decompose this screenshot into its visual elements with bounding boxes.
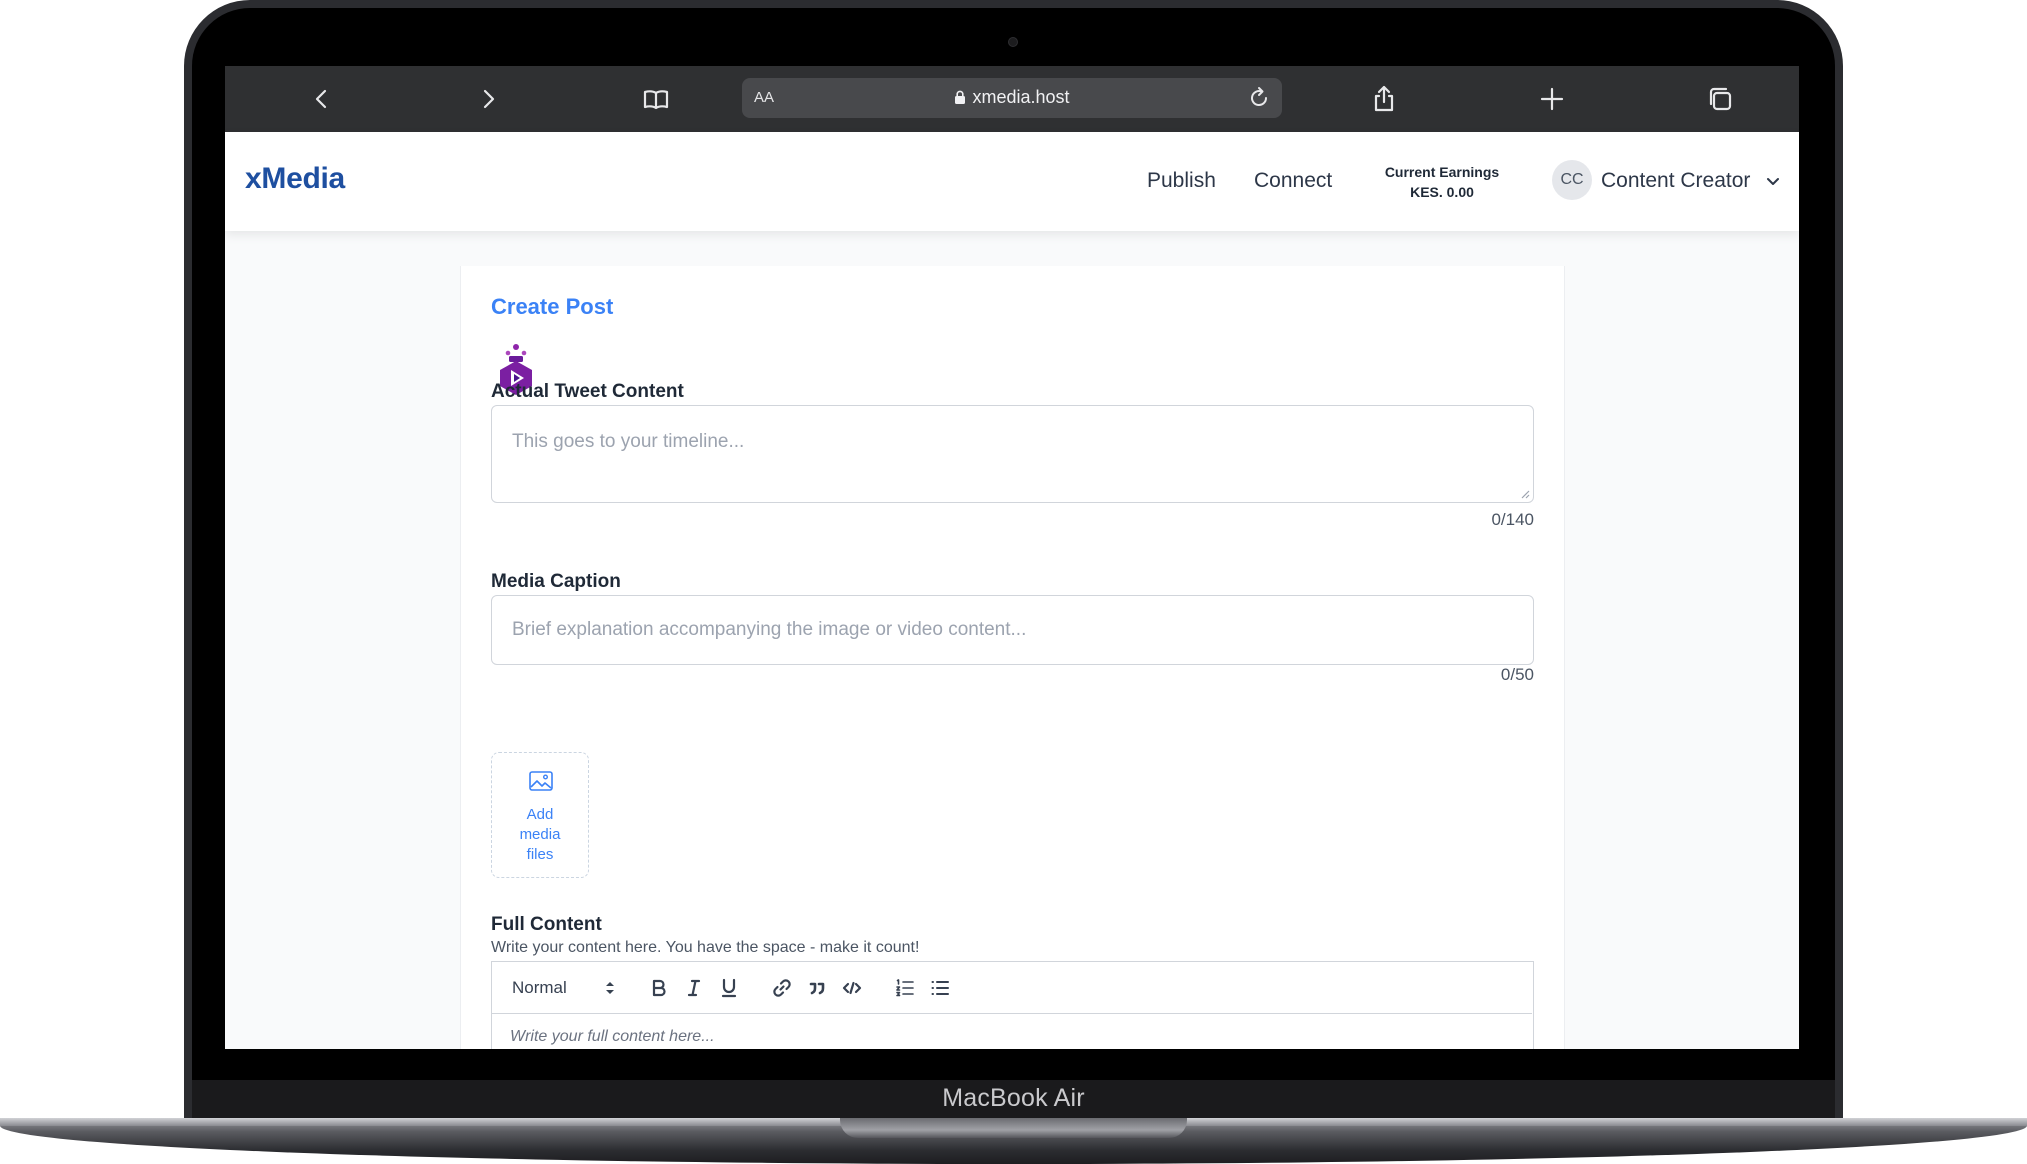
quote-icon <box>809 982 825 995</box>
earnings-value: KES. 0.00 <box>1410 184 1474 200</box>
camera-icon <box>1008 37 1018 47</box>
book-icon <box>643 90 669 110</box>
bookmarks-button[interactable] <box>638 81 674 117</box>
full-content-label: Full Content <box>491 914 602 935</box>
chevron-left-icon <box>315 89 327 109</box>
nav-connect[interactable]: Connect <box>1254 169 1332 193</box>
add-media-label: Add media files <box>492 805 588 865</box>
bullet-list-icon <box>931 981 949 995</box>
app-header: xMedia Publish Connect Current Earnings … <box>225 132 1799 231</box>
earnings-summary: Current Earnings KES. 0.00 <box>1375 162 1509 202</box>
blockquote-button[interactable] <box>804 975 830 1001</box>
bold-button[interactable] <box>646 975 672 1001</box>
ordered-list-icon <box>896 979 914 997</box>
screen: AA xmedia.host xMedia Publish Connect Cu… <box>225 66 1799 1049</box>
tweet-counter: 0/140 <box>1491 510 1534 529</box>
bullet-list-button[interactable] <box>927 975 953 1001</box>
new-tab-button[interactable] <box>1534 81 1570 117</box>
share-icon <box>1374 85 1394 112</box>
tabs-button[interactable] <box>1702 81 1738 117</box>
underline-button[interactable] <box>716 975 742 1001</box>
forward-button[interactable] <box>470 81 506 117</box>
bold-icon <box>652 979 666 997</box>
create-post-card: Create Post Actual Tweet Content This go… <box>460 266 1565 1049</box>
lock-icon <box>955 90 966 104</box>
tweet-label: Actual Tweet Content <box>491 381 684 402</box>
laptop-notch <box>840 1118 1187 1138</box>
code-icon <box>842 981 862 995</box>
back-button[interactable] <box>304 81 340 117</box>
add-media-button[interactable]: Add media files <box>491 752 589 878</box>
reload-icon[interactable] <box>1246 85 1272 111</box>
rich-text-editor[interactable]: Normal Write your full content here... <box>491 961 1534 1049</box>
chevron-right-icon <box>483 89 495 109</box>
editor-toolbar: Normal <box>492 962 1532 1014</box>
nav-publish[interactable]: Publish <box>1147 169 1216 193</box>
address-bar[interactable]: AA xmedia.host <box>742 78 1282 118</box>
chevron-down-icon[interactable] <box>1764 172 1782 190</box>
url-text: xmedia.host <box>742 87 1282 108</box>
add-media-line-2: media <box>519 826 561 843</box>
tweet-textarea[interactable]: This goes to your timeline... <box>491 405 1534 503</box>
browser-toolbar: AA xmedia.host <box>225 66 1799 132</box>
caption-input[interactable]: Brief explanation accompanying the image… <box>491 595 1534 665</box>
resize-handle-icon[interactable] <box>1520 489 1530 499</box>
caption-label: Media Caption <box>491 571 621 592</box>
device-mockup: MacBook Air AA xmedia.host xMedia Publis… <box>0 0 2027 1164</box>
link-icon <box>773 979 791 997</box>
avatar[interactable]: CC <box>1552 160 1592 200</box>
tweet-placeholder: This goes to your timeline... <box>512 431 745 452</box>
select-arrows-icon[interactable] <box>604 979 616 997</box>
link-button[interactable] <box>769 975 795 1001</box>
image-icon <box>529 771 553 791</box>
url-label: xmedia.host <box>972 87 1070 107</box>
ordered-list-button[interactable] <box>892 975 918 1001</box>
underline-icon <box>721 978 737 998</box>
italic-icon <box>687 979 701 997</box>
page-title: Create Post <box>491 294 614 319</box>
device-label: MacBook Air <box>942 1084 1085 1112</box>
italic-button[interactable] <box>681 975 707 1001</box>
plus-icon <box>1540 87 1564 111</box>
brand-logo[interactable]: xMedia <box>245 162 345 196</box>
add-media-line-1: Add <box>526 806 554 823</box>
caption-placeholder: Brief explanation accompanying the image… <box>512 619 1027 640</box>
share-button[interactable] <box>1366 81 1402 117</box>
caption-counter: 0/50 <box>1500 665 1534 684</box>
tabs-icon <box>1709 87 1732 111</box>
full-content-help: Write your content here. You have the sp… <box>491 939 920 956</box>
format-select[interactable]: Normal <box>512 978 567 998</box>
code-button[interactable] <box>839 975 865 1001</box>
earnings-label: Current Earnings <box>1384 164 1500 180</box>
editor-placeholder: Write your full content here... <box>510 1028 715 1045</box>
user-menu-name[interactable]: Content Creator <box>1601 169 1750 193</box>
add-media-line-3: files <box>526 846 554 863</box>
